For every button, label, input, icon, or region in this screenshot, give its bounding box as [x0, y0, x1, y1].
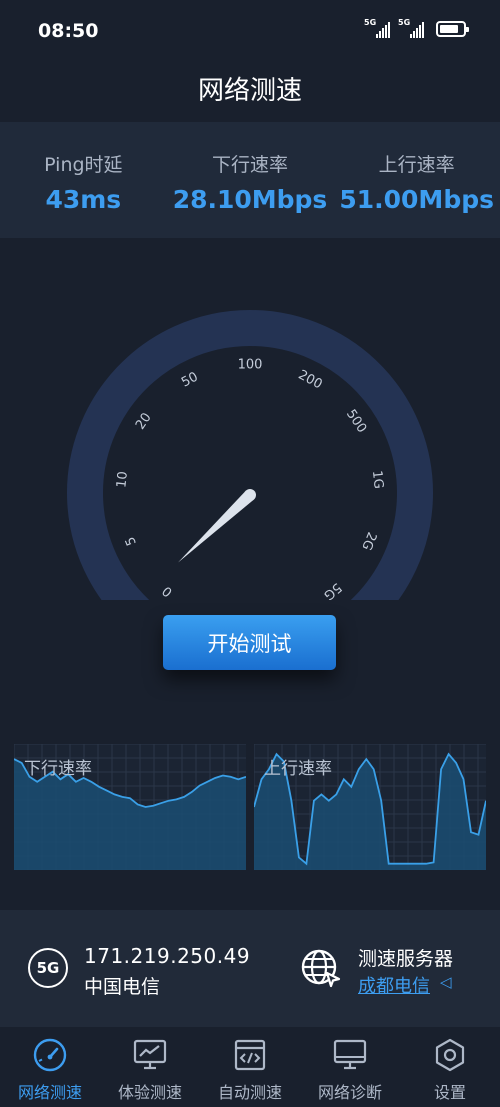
tab-experience-test[interactable]: 体验测速	[100, 1027, 200, 1107]
gauge-tick-label: 100	[238, 358, 263, 373]
carrier-name: 中国电信	[84, 976, 161, 998]
page-title: 网络测速	[197, 76, 302, 106]
tab-speed-test[interactable]: 网络测速	[0, 1027, 100, 1107]
download-chart: 下行速率	[14, 744, 246, 870]
gauge-tick-label: 200	[296, 368, 325, 393]
server-caret-icon[interactable]: ◁	[440, 973, 452, 991]
upload-chart: 上行速率	[254, 744, 486, 870]
status-bar: 08:50 5G 5G	[0, 0, 500, 62]
stats-panel: Ping时延 43ms 下行速率 28.10Mbps 上行速率 51.00Mbp…	[0, 122, 500, 238]
upload-label: 上行速率	[378, 154, 455, 176]
status-icons: 5G 5G	[364, 18, 469, 38]
tab-auto-test[interactable]: 自动测速	[200, 1027, 300, 1107]
status-time: 08:50	[38, 20, 99, 42]
tab-label: 网络诊断	[317, 1083, 382, 1102]
speed-gauge: 0 5 10 20 50 100 200 500 1G 2G 5G	[67, 310, 433, 601]
download-value: 28.10Mbps	[172, 185, 328, 214]
gauge-tick-label: 50	[179, 369, 201, 390]
gauge-tick-label: 1G	[369, 470, 386, 490]
gauge-tick-label: 5G	[320, 579, 344, 600]
gauge-needle-tip	[244, 489, 256, 501]
start-test-button[interactable]: 开始测试	[163, 615, 336, 670]
bottom-tab-bar: 网络测速 体验测速 自动测速 网络诊断 设置	[0, 1027, 500, 1107]
ping-value: 43ms	[45, 185, 122, 214]
upload-chart-label: 上行速率	[264, 759, 332, 779]
gauge-tick-label: 500	[343, 407, 369, 436]
monitor-chart-icon	[133, 1039, 167, 1070]
tab-label: 自动测速	[217, 1083, 282, 1102]
signal-icon-sim2: 5G	[398, 18, 424, 38]
network-type-badge: 5G	[28, 948, 68, 988]
stat-download: 下行速率 28.10Mbps	[167, 122, 334, 238]
gauge-needle	[178, 490, 255, 563]
tab-settings[interactable]: 设置	[400, 1027, 500, 1107]
gauge-tick-labels: 0 5 10 20 50 100 200 500 1G 2G 5G	[114, 358, 385, 601]
stat-upload: 上行速率 51.00Mbps	[333, 122, 500, 238]
upload-value: 51.00Mbps	[339, 185, 494, 214]
gauge-tick-label: 5	[123, 534, 140, 547]
download-chart-label: 下行速率	[24, 759, 92, 779]
hexagon-gear-icon	[435, 1038, 465, 1072]
code-window-icon	[234, 1039, 266, 1071]
tab-label: 体验测速	[117, 1083, 182, 1102]
download-label: 下行速率	[212, 154, 289, 176]
signal-icon-sim1: 5G	[364, 18, 390, 38]
ping-label: Ping时延	[44, 154, 123, 176]
desktop-icon	[333, 1039, 367, 1070]
globe-icon	[301, 949, 341, 988]
tab-label: 设置	[433, 1083, 466, 1102]
gauge-tick-label: 0	[160, 583, 176, 600]
gauge-tick-label: 2G	[358, 530, 379, 553]
speedometer-icon	[33, 1038, 67, 1072]
server-title: 测速服务器	[358, 948, 454, 970]
tab-network-diagnosis[interactable]: 网络诊断	[300, 1027, 400, 1107]
ip-address: 171.219.250.49	[84, 944, 251, 968]
battery-icon	[436, 21, 469, 37]
server-select-link[interactable]: 成都电信	[358, 972, 430, 998]
gauge-tick-label: 10	[114, 471, 131, 489]
tab-label: 网络测速	[17, 1083, 82, 1102]
gauge-tick-label: 20	[133, 410, 155, 432]
stat-ping: Ping时延 43ms	[0, 122, 167, 238]
